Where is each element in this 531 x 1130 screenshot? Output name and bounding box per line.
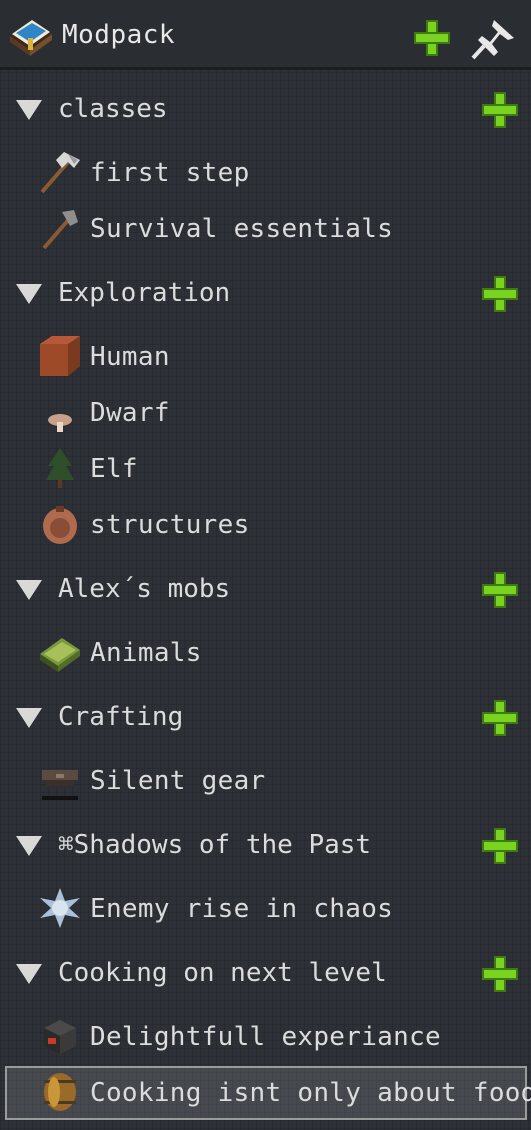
quest-label: structures <box>90 510 250 540</box>
chevron-down-icon[interactable] <box>16 284 42 304</box>
quest-label: Silent gear <box>90 766 266 796</box>
quest-item[interactable]: Elf <box>0 442 531 498</box>
add-chapter-plus-icon[interactable] <box>414 20 450 56</box>
add-quest-plus-icon[interactable] <box>482 92 518 128</box>
book-icon <box>10 20 52 56</box>
chapter-shadows-of-the-past[interactable]: ⌘Shadows of the Past <box>0 818 531 874</box>
add-quest-plus-icon[interactable] <box>482 276 518 312</box>
quest-label: Delightfull experiance <box>90 1022 441 1052</box>
quest-item[interactable]: first step <box>0 146 531 202</box>
chapter-title: Crafting <box>58 702 184 732</box>
chapter-classes[interactable]: classes <box>0 82 531 138</box>
add-quest-plus-icon[interactable] <box>482 572 518 608</box>
chevron-down-icon[interactable] <box>16 580 42 600</box>
green-book-icon <box>40 638 80 672</box>
add-quest-plus-icon[interactable] <box>482 700 518 736</box>
add-quest-plus-icon[interactable] <box>482 956 518 992</box>
chevron-down-icon[interactable] <box>16 708 42 728</box>
workbench-icon <box>42 770 78 800</box>
blue-star-icon <box>40 888 80 928</box>
quest-item[interactable]: Silent gear <box>0 754 531 810</box>
mushroom-icon <box>48 414 72 432</box>
stove-icon <box>44 1020 76 1054</box>
quest-label: Enemy rise in chaos <box>90 894 394 924</box>
chevron-down-icon[interactable] <box>16 836 42 856</box>
terracotta-block-icon <box>40 336 80 376</box>
chevron-down-icon[interactable] <box>16 964 42 984</box>
chapter-title: Exploration <box>58 278 231 308</box>
quest-label: Animals <box>90 638 202 668</box>
quest-item[interactable]: Animals <box>0 626 531 682</box>
quest-item[interactable]: structures <box>0 498 531 554</box>
quest-item[interactable]: Dwarf <box>0 386 531 442</box>
chapter-alexs-mobs[interactable]: Alex´s mobs <box>0 562 531 618</box>
chapter-title-text: Shadows of the Past <box>73 830 372 860</box>
chapter-title: ⌘Shadows of the Past <box>58 830 371 860</box>
quest-label: Human <box>90 342 170 372</box>
quest-label: first step <box>90 158 250 188</box>
backpack-icon <box>43 506 77 544</box>
spruce-sapling-icon <box>46 448 74 488</box>
quest-label: Elf <box>90 454 138 484</box>
quest-label: Cooking isnt only about food <box>90 1078 531 1108</box>
chapter-title-prefix: ⌘ <box>58 830 74 860</box>
pin-icon[interactable] <box>470 18 516 60</box>
quest-item[interactable]: Human <box>0 330 531 386</box>
chapter-crafting[interactable]: Crafting <box>0 690 531 746</box>
header-bar: Modpack <box>0 0 531 70</box>
barrel-icon <box>44 1073 76 1111</box>
quest-label: Survival essentials <box>90 214 394 244</box>
stone-axe-icon <box>42 210 78 250</box>
quest-item[interactable]: Survival essentials <box>0 202 531 258</box>
chapter-exploration[interactable]: Exploration <box>0 266 531 322</box>
chapter-title: Cooking on next level <box>58 958 387 988</box>
battle-axe-icon <box>40 152 80 194</box>
quest-item[interactable]: Delightfull experiance <box>0 1010 531 1066</box>
chapter-title: classes <box>58 94 168 124</box>
quest-item-selected[interactable]: Cooking isnt only about food <box>0 1066 531 1122</box>
chapter-cooking-on-next-level[interactable]: Cooking on next level <box>0 946 531 1002</box>
app-title: Modpack <box>62 20 176 50</box>
chevron-down-icon[interactable] <box>16 100 42 120</box>
quest-item[interactable]: Enemy rise in chaos <box>0 882 531 938</box>
quest-label: Dwarf <box>90 398 170 428</box>
chapter-title: Alex´s mobs <box>58 574 231 604</box>
add-quest-plus-icon[interactable] <box>482 828 518 864</box>
